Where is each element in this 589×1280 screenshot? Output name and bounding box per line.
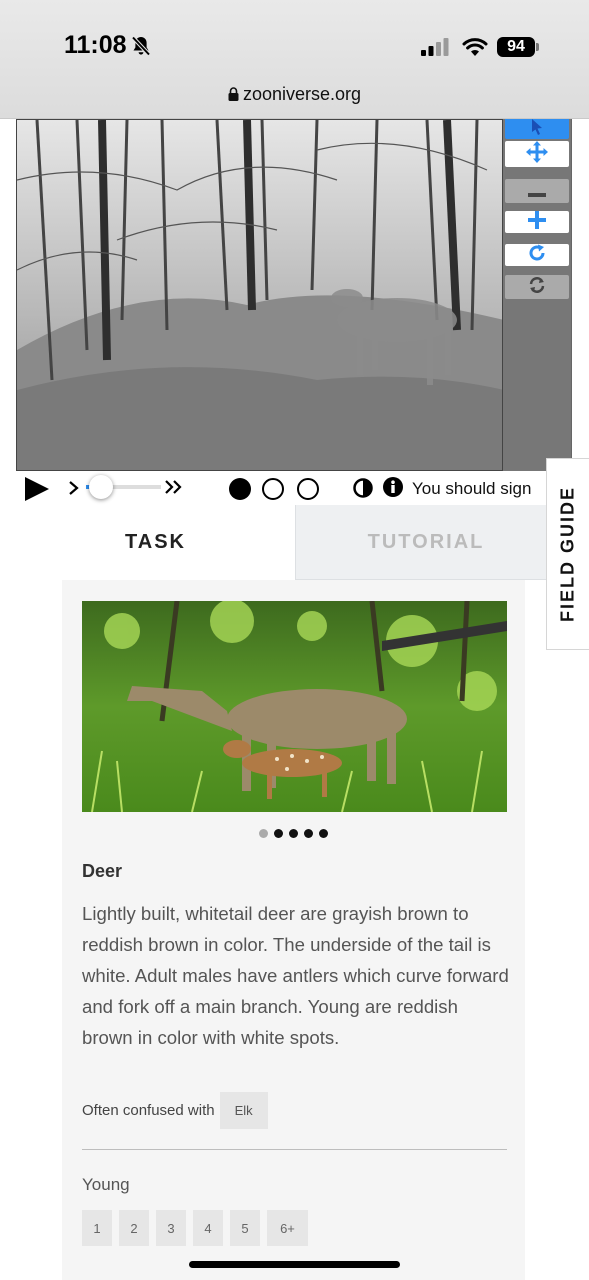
frame-dot-2[interactable]	[262, 478, 284, 500]
tab-task[interactable]: TASK	[16, 505, 295, 580]
zoom-in-icon	[528, 211, 546, 233]
reset-icon	[528, 276, 546, 298]
young-option-6-plus[interactable]: 6+	[267, 1210, 308, 1246]
double-chevron-right-icon	[165, 480, 182, 494]
reset-view-button[interactable]	[505, 275, 569, 299]
carousel-dot[interactable]	[319, 829, 328, 838]
rotate-icon	[528, 244, 546, 266]
deer-photo	[82, 601, 507, 812]
young-option-4[interactable]: 4	[193, 1210, 223, 1246]
young-option-3[interactable]: 3	[156, 1210, 186, 1246]
play-icon	[25, 477, 49, 501]
clock: 11:08	[64, 31, 127, 59]
field-guide-panel: Deer Lightly built, whitetail deer are g…	[62, 580, 525, 1280]
frame-dot-3[interactable]	[297, 478, 319, 500]
move-tool-button[interactable]	[505, 141, 569, 167]
frame-dot-1[interactable]	[229, 478, 251, 500]
young-option-5[interactable]: 5	[230, 1210, 260, 1246]
chevron-right-icon	[69, 481, 79, 495]
home-indicator[interactable]	[189, 1261, 400, 1268]
slower-button[interactable]	[68, 480, 80, 500]
rotate-button[interactable]	[505, 244, 569, 266]
cellular-signal-icon	[421, 38, 451, 60]
confused-with-row: Often confused with Elk	[82, 1092, 268, 1129]
contrast-button[interactable]	[353, 478, 373, 502]
tab-tutorial[interactable]: TUTORIAL	[295, 505, 556, 580]
divider	[82, 1149, 507, 1150]
task-tabs: TASK TUTORIAL	[16, 505, 556, 580]
carousel-dot[interactable]	[259, 829, 268, 838]
battery-indicator: 94	[497, 37, 535, 57]
pointer-tool-button[interactable]	[505, 119, 569, 139]
address-bar[interactable]: zooniverse.org	[0, 84, 589, 106]
carousel-dot[interactable]	[289, 829, 298, 838]
camera-trap-image[interactable]	[16, 119, 503, 471]
frame-controls: You should sign	[16, 471, 556, 505]
zoom-in-button[interactable]	[505, 211, 569, 233]
carousel-dot[interactable]	[304, 829, 313, 838]
zoom-out-button[interactable]	[505, 179, 569, 203]
young-count-options: 1 2 3 4 5 6+	[82, 1210, 315, 1246]
young-question-label: Young	[82, 1175, 130, 1194]
info-icon	[383, 477, 403, 497]
field-guide-label: FIELD GUIDE	[557, 485, 578, 623]
faster-button[interactable]	[164, 479, 184, 499]
zoom-out-icon	[528, 182, 546, 201]
species-description: Lightly built, whitetail deer are grayis…	[82, 903, 509, 1048]
info-button[interactable]	[383, 477, 403, 501]
lock-icon	[228, 85, 239, 106]
contrast-icon	[353, 478, 373, 498]
sign-in-message: You should sign	[412, 479, 532, 498]
wifi-icon	[462, 37, 488, 61]
young-option-1[interactable]: 1	[82, 1210, 112, 1246]
field-guide-button[interactable]: FIELD GUIDE	[546, 458, 589, 650]
pointer-icon	[530, 119, 544, 139]
confused-with-label: Often confused with	[82, 1102, 215, 1119]
subject-viewer	[16, 119, 572, 471]
viewer-toolbar	[503, 119, 571, 471]
move-icon	[526, 141, 548, 167]
battery-cap-icon	[536, 43, 539, 51]
speed-slider-thumb[interactable]	[89, 475, 113, 499]
species-name: Deer	[82, 861, 123, 881]
bell-muted-icon	[130, 35, 152, 61]
confused-with-elk-chip[interactable]: Elk	[219, 1092, 268, 1129]
young-option-2[interactable]: 2	[119, 1210, 149, 1246]
status-bar: 11:08 94 zooniverse.org	[0, 0, 589, 119]
carousel-dots	[62, 823, 525, 842]
carousel-dot[interactable]	[274, 829, 283, 838]
play-button[interactable]	[24, 476, 50, 506]
url-text: zooniverse.org	[242, 84, 362, 104]
